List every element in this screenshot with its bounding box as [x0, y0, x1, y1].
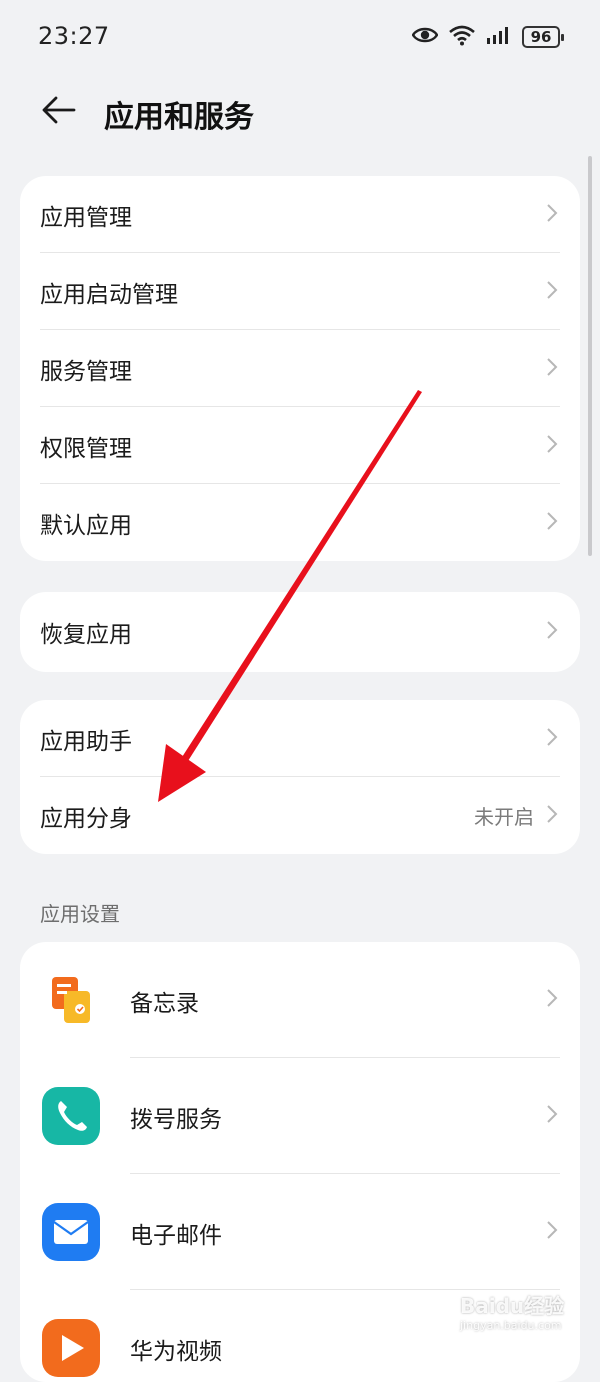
list-item-label: 应用启动管理: [40, 281, 178, 308]
settings-group-app-management: 应用管理 应用启动管理 服务管理 权限管理 默认应用: [20, 176, 580, 561]
chevron-right-icon: [546, 357, 558, 381]
chevron-right-icon: [546, 203, 558, 227]
phone-icon: [42, 1087, 100, 1145]
app-item-label: 拨号服务: [130, 1107, 222, 1133]
list-item-app-twin[interactable]: 应用分身 未开启: [20, 777, 580, 854]
list-item-app-startup-management[interactable]: 应用启动管理: [20, 253, 580, 330]
chevron-right-icon: [546, 1104, 558, 1128]
list-item-label: 应用管理: [40, 204, 132, 231]
list-item-default-apps[interactable]: 默认应用: [20, 484, 580, 561]
app-item-memo[interactable]: 备忘录: [20, 942, 580, 1058]
app-item-label: 华为视频: [130, 1339, 222, 1365]
settings-group-assistant: 应用助手 应用分身 未开启: [20, 700, 580, 854]
app-item-label: 电子邮件: [130, 1223, 222, 1249]
status-bar: 23:27 96: [0, 0, 600, 76]
list-item-label: 应用分身: [40, 805, 132, 832]
chevron-right-icon: [546, 727, 558, 751]
watermark-brand: Baidu经验: [460, 1294, 565, 1318]
chevron-right-icon: [546, 620, 558, 644]
baidu-watermark: Baidu经验 jingyan.baidu.com: [460, 1290, 580, 1346]
memo-icon: [42, 971, 100, 1029]
list-item-restore-apps[interactable]: 恢复应用: [20, 592, 580, 672]
chevron-right-icon: [546, 280, 558, 304]
chevron-right-icon: [546, 804, 558, 828]
app-item-label: 备忘录: [130, 991, 199, 1017]
back-button[interactable]: [36, 90, 80, 134]
list-item-label: 权限管理: [40, 435, 132, 462]
list-item-app-management[interactable]: 应用管理: [20, 176, 580, 253]
list-item-service-management[interactable]: 服务管理: [20, 330, 580, 407]
chevron-right-icon: [546, 1220, 558, 1244]
video-icon: [42, 1319, 100, 1377]
list-item-label: 恢复应用: [40, 622, 132, 648]
status-time: 23:27: [38, 22, 110, 50]
app-item-dialer[interactable]: 拨号服务: [20, 1058, 580, 1174]
chevron-right-icon: [546, 511, 558, 535]
chevron-right-icon: [546, 434, 558, 458]
wifi-icon: [448, 24, 476, 50]
list-item-label: 应用助手: [40, 728, 132, 755]
list-item-permission-management[interactable]: 权限管理: [20, 407, 580, 484]
signal-icon: [486, 25, 512, 49]
eye-icon: [411, 25, 439, 49]
chevron-right-icon: [546, 988, 558, 1012]
status-value: 未开启: [474, 805, 534, 829]
back-arrow-icon: [40, 95, 76, 129]
list-item-app-assistant[interactable]: 应用助手: [20, 700, 580, 777]
app-item-email[interactable]: 电子邮件: [20, 1174, 580, 1290]
status-icons: 96: [411, 24, 564, 50]
settings-group-restore: 恢复应用: [20, 592, 580, 672]
watermark-url: jingyan.baidu.com: [460, 1319, 562, 1332]
scrollbar[interactable]: [588, 156, 592, 556]
battery-indicator: 96: [522, 26, 564, 48]
page-header: 应用和服务: [0, 80, 600, 144]
list-item-label: 服务管理: [40, 358, 132, 385]
section-title-app-settings: 应用设置: [40, 902, 120, 926]
mail-icon: [42, 1203, 100, 1261]
list-item-label: 默认应用: [40, 512, 132, 539]
page-title: 应用和服务: [104, 100, 254, 135]
